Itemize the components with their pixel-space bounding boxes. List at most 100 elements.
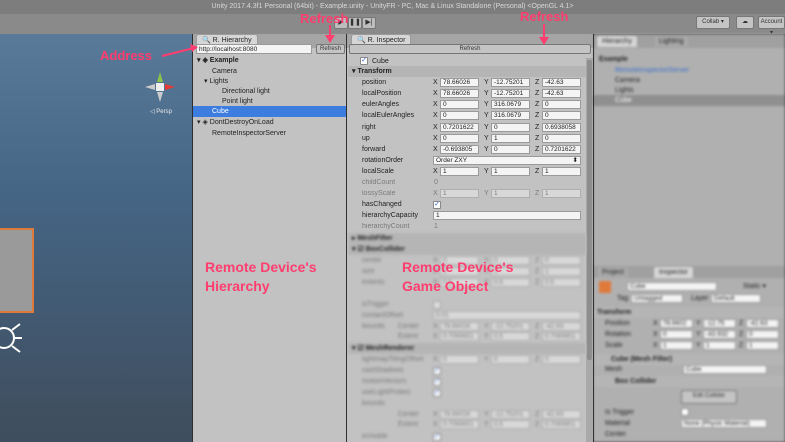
cloud-icon[interactable]: ☁ <box>736 16 754 29</box>
unity-boxcollider-section[interactable]: Box Collider <box>593 376 785 387</box>
up-y-field[interactable]: 1 <box>491 134 530 143</box>
localposition-z-field[interactable]: -42.63 <box>542 89 581 98</box>
up-z-field[interactable]: 0 <box>542 134 581 143</box>
renderer-extent-z-field[interactable]: 0.7069851 <box>542 420 581 429</box>
hierarchy-item-cube[interactable]: Cube <box>193 106 347 117</box>
localposition-y-field[interactable]: -12.75201 <box>491 89 530 98</box>
material-field[interactable]: None (Physic Material) <box>681 419 767 428</box>
hierarchy-item-dontdestroyonload[interactable]: ▾ ◈ DontDestroyOnLoad <box>193 117 347 128</box>
eulerangles-x-field[interactable]: 0 <box>440 100 479 109</box>
hierarchy-item-example[interactable]: ▾ ◈ Example <box>193 55 347 66</box>
bounds-center-y-field[interactable]: -12.75201 <box>491 322 530 331</box>
rotationorder-select[interactable]: Order ZXY ⬍ <box>433 156 581 165</box>
object-active-checkbox[interactable]: ✓ <box>360 57 368 65</box>
meshfilter-section[interactable]: ▸ MeshFilter <box>348 233 586 244</box>
address-input[interactable]: http://localhost:8080 <box>196 44 312 54</box>
forward-x-field[interactable]: -0.693805 <box>440 145 479 154</box>
unity-rotation-y-field[interactable]: -43.932 <box>703 330 736 339</box>
unity-scale-y-field[interactable]: 1 <box>703 341 736 350</box>
unity-object-name[interactable]: Cube <box>627 282 717 291</box>
localscale-z-field[interactable]: 1 <box>542 167 581 176</box>
hierarchycapacity-field[interactable]: 1 <box>433 211 581 220</box>
static-toggle[interactable]: Static ▾ <box>743 281 766 292</box>
forward-label: forward <box>362 146 386 153</box>
lossyscale-y-field[interactable]: 1 <box>491 189 530 198</box>
istrigger-checkbox[interactable] <box>433 301 441 309</box>
localeulerangles-x-field[interactable]: 0 <box>440 111 479 120</box>
box-center-z-field[interactable]: 0 <box>542 256 581 265</box>
persp-label[interactable]: ◁ Persp <box>150 108 172 115</box>
right-z-field[interactable]: 0.6938058 <box>542 123 581 132</box>
is-trigger-checkbox[interactable] <box>681 408 689 416</box>
unity-rotation-x-field[interactable]: 0 <box>660 330 693 339</box>
renderer-center-x-field[interactable]: 78.66026 <box>440 410 479 419</box>
forward-y-field[interactable]: 0 <box>491 145 530 154</box>
unity-hierarchy-example[interactable]: Example <box>599 54 628 65</box>
pause-button[interactable]: ❚❚ <box>348 17 362 29</box>
lightmap-z-field[interactable]: 0 <box>542 355 581 364</box>
mesh-field[interactable]: Cube <box>683 365 767 374</box>
position-y-field[interactable]: -12.75201 <box>491 78 530 87</box>
renderer-extent-y-field[interactable]: 0.5 <box>491 420 530 429</box>
motionvectors-checkbox[interactable]: ✓ <box>433 378 441 386</box>
uselightprobes-checkbox[interactable]: ✓ <box>433 389 441 397</box>
renderer-center-z-field[interactable]: -42.63 <box>542 410 581 419</box>
tab-lighting[interactable]: Lighting <box>653 35 690 47</box>
unity-transform-section[interactable]: Transform <box>593 307 785 318</box>
bounds-center-z-field[interactable]: -42.63 <box>542 322 581 331</box>
unity-rotation-z-field[interactable]: 0 <box>746 330 779 339</box>
position-z-field[interactable]: -42.63 <box>542 78 581 87</box>
unity-position-y-field[interactable]: -12.75 <box>703 319 736 328</box>
collab-button[interactable]: Collab ▾ <box>696 16 730 29</box>
inspector-refresh-button[interactable]: Refresh <box>349 44 591 54</box>
tab-unity-inspector[interactable]: Inspector <box>653 266 694 278</box>
right-y-field[interactable]: 0 <box>491 123 530 132</box>
eulerangles-y-field[interactable]: 316.0679 <box>491 100 530 109</box>
scene-gizmo-icon[interactable] <box>145 72 175 102</box>
lossyscale-x-field[interactable]: 1 <box>440 189 479 198</box>
bounds-extent-x-field[interactable]: 0.7069851 <box>440 332 479 341</box>
unity-scale-x-field[interactable]: 1 <box>660 341 693 350</box>
lightmap-x-field[interactable]: 0 <box>440 355 479 364</box>
account-button[interactable]: Account ▾ <box>758 16 785 36</box>
hierarchy-refresh-button[interactable]: Refresh <box>316 44 345 54</box>
unity-hierarchy-cube[interactable]: Cube <box>593 95 785 106</box>
renderer-extent-x-field[interactable]: 0.7069851 <box>440 420 479 429</box>
unity-scale-z-field[interactable]: 1 <box>746 341 779 350</box>
bounds-center-x-field[interactable]: 78.66026 <box>440 322 479 331</box>
tag-select[interactable]: Untagged <box>631 294 683 303</box>
unity-position-x-field[interactable]: 78.6602 <box>660 319 693 328</box>
localeulerangles-z-field[interactable]: 0 <box>542 111 581 120</box>
box-extents-z-field[interactable]: 0.5 <box>542 278 581 287</box>
position-x-field[interactable]: 78.66026 <box>440 78 479 87</box>
lossyscale-z-field[interactable]: 1 <box>542 189 581 198</box>
boxcollider-section[interactable]: ▾ ☑ BoxCollider <box>348 244 586 255</box>
contactoffset-field[interactable]: 0.01 <box>433 311 581 320</box>
localposition-x-field[interactable]: 78.66026 <box>440 89 479 98</box>
haschanged-checkbox[interactable]: ✓ <box>433 201 441 209</box>
bounds-extent-y-field[interactable]: 0.5 <box>491 332 530 341</box>
localscale-x-field[interactable]: 1 <box>440 167 479 176</box>
unity-position-z-field[interactable]: -42.63 <box>746 319 779 328</box>
castshadows-checkbox[interactable]: ✓ <box>433 367 441 375</box>
meshrenderer-section[interactable]: ▾ ☑ MeshRenderer <box>348 343 586 354</box>
right-x-field[interactable]: 0.7201622 <box>440 123 479 132</box>
bounds-extent-z-field[interactable]: 0.7069851 <box>542 332 581 341</box>
box-size-z-field[interactable]: 1 <box>542 267 581 276</box>
lightmap-y-field[interactable]: 0 <box>491 355 530 364</box>
step-button[interactable]: ▶| <box>362 17 376 29</box>
localscale-y-field[interactable]: 1 <box>491 167 530 176</box>
tab-unity-hierarchy[interactable]: Hierarchy <box>596 35 638 47</box>
inspector-scrollbar-thumb[interactable] <box>587 60 592 360</box>
eulerangles-z-field[interactable]: 0 <box>542 100 581 109</box>
hierarchy-item-remoteinspectorserver[interactable]: RemoteInspectorServer <box>212 128 286 139</box>
renderer-center-y-field[interactable]: -12.75201 <box>491 410 530 419</box>
isvisible-checkbox[interactable]: ✓ <box>433 433 441 441</box>
localeulerangles-y-field[interactable]: 316.0679 <box>491 111 530 120</box>
layer-select[interactable]: Default <box>711 294 761 303</box>
transform-section[interactable]: ▾ Transform <box>348 66 586 77</box>
up-x-field[interactable]: 0 <box>440 134 479 143</box>
forward-z-field[interactable]: 0.7201622 <box>542 145 581 154</box>
tab-project[interactable]: Project <box>596 266 630 278</box>
edit-collider-button[interactable]: Edit Collider <box>681 390 737 404</box>
